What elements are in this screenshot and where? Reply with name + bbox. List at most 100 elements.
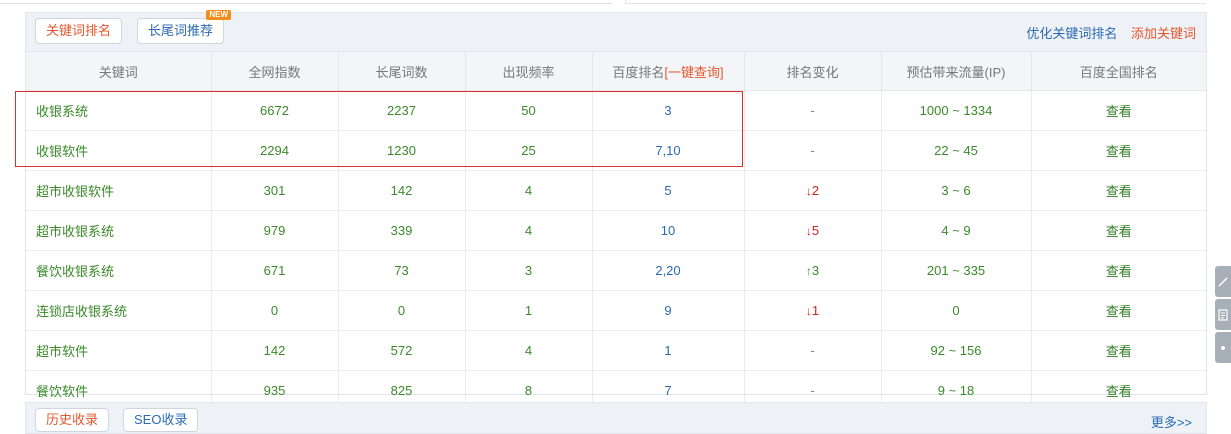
col-frequency: 出现频率 <box>465 52 593 91</box>
traffic-cell: 4 ~ 9 <box>881 210 1032 251</box>
tab-seo-index[interactable]: SEO收录 <box>123 408 199 432</box>
traffic-value: 0 <box>952 303 960 318</box>
baidu-rank-cell[interactable]: 9 <box>592 290 745 331</box>
side-doc-button[interactable] <box>1215 299 1231 330</box>
frequency-cell: 4 <box>465 210 593 251</box>
view-link[interactable]: 查看 <box>1106 344 1132 359</box>
baidu-rank-cell[interactable]: 1 <box>592 330 745 371</box>
side-edit-button[interactable] <box>1215 266 1231 297</box>
table-row: 餐饮收银系统 671 73 3 2,20 ↑3 201 ~ 335 查看 <box>26 250 1206 291</box>
table-row: 超市软件 142 572 4 1 - 92 ~ 156 查看 <box>26 330 1206 371</box>
keyword-cell[interactable]: 超市收银系统 <box>26 210 212 251</box>
traffic-cell: 0 <box>881 290 1032 331</box>
traffic-value: 3 ~ 6 <box>941 183 971 198</box>
longtail-value: 142 <box>390 183 413 198</box>
table-row: 超市收银系统 979 339 4 10 ↓5 4 ~ 9 查看 <box>26 210 1206 251</box>
longtail-value: 825 <box>390 383 413 398</box>
frequency-value: 4 <box>524 343 533 358</box>
panel-header: 关键词排名 长尾词推荐 NEW 优化关键词排名 添加关键词 <box>26 10 1206 52</box>
index-cell: 6672 <box>211 90 339 131</box>
rank-change-value: - <box>810 383 815 398</box>
view-link[interactable]: 查看 <box>1106 104 1132 119</box>
tab-longtail-recommend[interactable]: 长尾词推荐 NEW <box>137 10 232 44</box>
keyword-cell[interactable]: 餐饮收银系统 <box>26 250 212 291</box>
frequency-value: 1 <box>524 303 533 318</box>
keyword-value: 餐饮收银系统 <box>36 264 115 279</box>
keyword-cell[interactable]: 超市收银软件 <box>26 170 212 211</box>
top-strip-right <box>625 0 1206 4</box>
baidu-rank-value: 7,10 <box>655 143 681 158</box>
index-cell: 0 <box>211 290 339 331</box>
index-cell: 671 <box>211 250 339 291</box>
frequency-value: 50 <box>521 103 536 118</box>
baidu-rank-value: 9 <box>664 303 672 318</box>
more-link[interactable]: 更多>> <box>1151 412 1192 431</box>
col-baidu-rank-label: 百度排名 <box>612 64 665 80</box>
frequency-value: 4 <box>524 223 533 238</box>
national-rank-cell: 查看 <box>1031 130 1206 171</box>
rank-change-value: 3 <box>811 263 820 278</box>
tab-keyword-ranking[interactable]: 关键词排名 <box>35 18 123 44</box>
keyword-value: 超市收银软件 <box>36 184 115 199</box>
tab-history-index[interactable]: 历史收录 <box>35 408 110 432</box>
longtail-cell: 73 <box>338 250 466 291</box>
view-link[interactable]: 查看 <box>1106 184 1132 199</box>
one-click-query-link[interactable]: [一键查询] <box>664 65 723 80</box>
view-link[interactable]: 查看 <box>1106 224 1132 239</box>
index-value: 2294 <box>260 143 289 158</box>
baidu-rank-cell[interactable]: 10 <box>592 210 745 251</box>
side-more-button[interactable] <box>1215 332 1231 363</box>
frequency-value: 3 <box>524 263 533 278</box>
keyword-cell[interactable]: 连锁店收银系统 <box>26 290 212 331</box>
keyword-value: 超市软件 <box>36 344 89 359</box>
rank-change-cell: ↓5 <box>744 210 882 251</box>
traffic-cell: 22 ~ 45 <box>881 130 1032 171</box>
table-row: 收银系统 6672 2237 50 3 - 1000 ~ 1334 查看 <box>26 90 1206 131</box>
document-icon <box>1218 308 1228 321</box>
rank-change-value: 5 <box>811 223 820 238</box>
keyword-value: 餐饮软件 <box>36 384 89 399</box>
longtail-value: 73 <box>394 263 409 278</box>
col-national-rank: 百度全国排名 <box>1031 52 1206 91</box>
col-traffic: 预估带来流量(IP) <box>881 52 1032 91</box>
frequency-cell: 3 <box>465 250 593 291</box>
index-value: 301 <box>263 183 286 198</box>
table-row: 连锁店收银系统 0 0 1 9 ↓1 0 查看 <box>26 290 1206 331</box>
traffic-value: 1000 ~ 1334 <box>919 103 993 118</box>
frequency-value: 25 <box>521 143 536 158</box>
index-cell: 142 <box>211 330 339 371</box>
frequency-cell: 1 <box>465 290 593 331</box>
index-value: 671 <box>263 263 286 278</box>
keyword-cell[interactable]: 收银软件 <box>26 130 212 171</box>
keyword-table: 关键词 全网指数 长尾词数 出现频率 百度排名[一键查询] 排名变化 预估带来流… <box>26 52 1206 411</box>
rank-change-cell: - <box>744 330 882 371</box>
top-strip <box>0 0 1231 6</box>
keyword-ranking-panel: 关键词排名 长尾词推荐 NEW 优化关键词排名 添加关键词 关键词 全网指数 长… <box>25 10 1207 411</box>
baidu-rank-value: 5 <box>664 183 672 198</box>
view-link[interactable]: 查看 <box>1106 264 1132 279</box>
add-keyword-link[interactable]: 添加关键词 <box>1131 26 1196 41</box>
index-value: 6672 <box>260 103 289 118</box>
col-index: 全网指数 <box>211 52 339 91</box>
side-toolbar <box>1215 266 1231 365</box>
baidu-rank-cell[interactable]: 5 <box>592 170 745 211</box>
optimize-ranking-link[interactable]: 优化关键词排名 <box>1026 26 1117 41</box>
traffic-value: 4 ~ 9 <box>941 223 971 238</box>
view-link[interactable]: 查看 <box>1106 384 1132 399</box>
traffic-cell: 1000 ~ 1334 <box>881 90 1032 131</box>
view-link[interactable]: 查看 <box>1106 144 1132 159</box>
rank-change-value: - <box>810 343 815 358</box>
keyword-cell[interactable]: 超市软件 <box>26 330 212 371</box>
keyword-cell[interactable]: 收银系统 <box>26 90 212 131</box>
top-strip-left <box>0 0 612 4</box>
frequency-cell: 25 <box>465 130 593 171</box>
baidu-rank-cell[interactable]: 7,10 <box>592 130 745 171</box>
view-link[interactable]: 查看 <box>1106 304 1132 319</box>
baidu-rank-cell[interactable]: 3 <box>592 90 745 131</box>
col-rank-change: 排名变化 <box>744 52 882 91</box>
national-rank-cell: 查看 <box>1031 330 1206 371</box>
longtail-cell: 339 <box>338 210 466 251</box>
baidu-rank-cell[interactable]: 2,20 <box>592 250 745 291</box>
rank-change-value: - <box>810 143 815 158</box>
index-value: 0 <box>270 303 279 318</box>
